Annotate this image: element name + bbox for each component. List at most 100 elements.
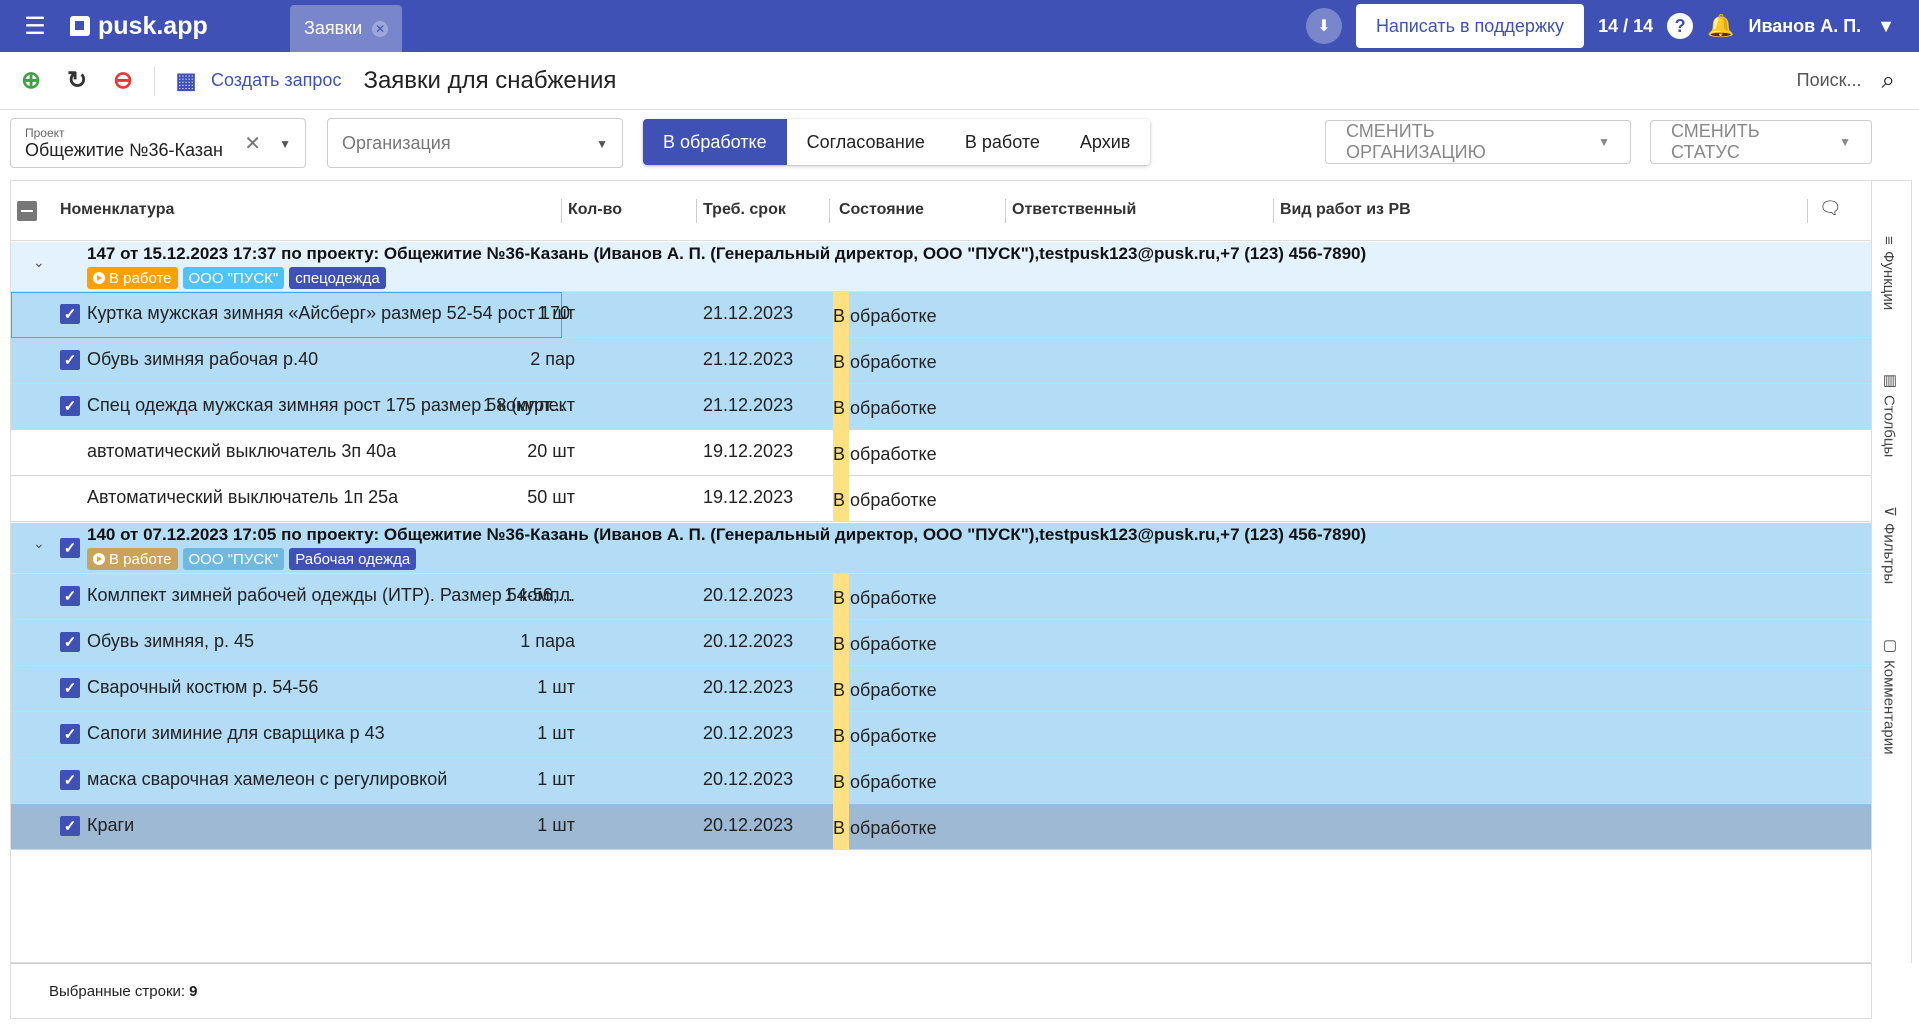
table-row[interactable]: ✓ Обувь зимняя рабочая р.40 2 пар 21.12.… (11, 338, 1871, 384)
side-tab-filters[interactable]: ⊽ Фильтры (1880, 506, 1899, 584)
table-row[interactable]: ✓ Сварочный костюм р. 54-56 1 шт 20.12.2… (11, 666, 1871, 712)
change-status-button[interactable]: СМЕНИТЬ СТАТУС ▼ (1650, 120, 1872, 164)
row-checkbox[interactable]: ✓ (60, 350, 80, 370)
status-segmented-control: В обработке Согласование В работе Архив (643, 119, 1151, 165)
col-divider[interactable] (1807, 199, 1808, 223)
status-badge-label: В работе (109, 269, 172, 287)
chevron-down-icon: ▼ (1598, 135, 1610, 149)
toolbar: ⊕ ↻ ⊖ ▦ Создать запрос Заявки для снабже… (0, 52, 1919, 110)
play-icon (93, 272, 105, 284)
tab-requests[interactable]: Заявки ✕ (290, 5, 403, 52)
item-name: Обувь зимняя, р. 45 (87, 631, 255, 651)
user-menu[interactable]: Иванов А. П. ▼ (1749, 16, 1895, 37)
close-tab-icon[interactable]: ✕ (372, 20, 389, 37)
segment-approval[interactable]: Согласование (786, 119, 945, 165)
segment-archive[interactable]: Архив (1059, 119, 1151, 165)
table-row[interactable]: ✓ Комлпект зимней рабочей одежды (ИТР). … (11, 574, 1871, 620)
download-icon[interactable]: ⬇ (1305, 8, 1342, 44)
page-title: Заявки для снабжения (363, 66, 617, 94)
filter-bar: Проект Общежитие №36-Казан ✕ ▼ Организац… (10, 118, 1910, 168)
row-checkbox[interactable]: ✓ (60, 632, 80, 652)
selected-rows-label: Выбранные строки: (49, 982, 186, 1000)
col-divider[interactable] (1005, 199, 1006, 223)
table-row[interactable]: ✓ маска сварочная хамелеон с регулировко… (11, 758, 1871, 804)
menu-lines-icon: ≡ (1880, 236, 1897, 245)
col-due-date[interactable]: Треб. срок (703, 201, 786, 219)
select-all-checkbox[interactable] (17, 201, 37, 221)
item-name: Сварочный костюм р. 54-56 (87, 677, 319, 697)
item-date: 19.12.2023 (703, 487, 794, 507)
table-row[interactable]: ✓ Краги 1 шт 20.12.2023 В обработке (11, 804, 1871, 850)
item-state: В обработке (833, 588, 937, 608)
chevron-down-icon[interactable]: ▼ (279, 137, 291, 151)
col-divider[interactable] (1273, 199, 1274, 223)
col-nomenclature[interactable]: Номенклатура (60, 201, 174, 219)
organization-select[interactable]: Организация ▼ (327, 118, 623, 168)
chevron-down-icon[interactable]: ⌄ (33, 535, 45, 552)
organization-badge: ООО "ПУСК" (182, 548, 285, 570)
table-row[interactable]: ✓ Сапоги зиминие для сварщика р 43 1 шт … (11, 712, 1871, 758)
row-checkbox[interactable]: ✓ (60, 770, 80, 790)
side-panel: ≡ Функции ▥ Столбцы ⊽ Фильтры ▢ Коммента… (1872, 180, 1912, 963)
table-row[interactable]: Автоматический выключатель 1п 25а 50 шт … (11, 476, 1871, 522)
col-work-type[interactable]: Вид работ из РВ (1280, 201, 1411, 219)
col-state[interactable]: Состояние (839, 201, 924, 219)
table-row[interactable]: ✓ Куртка мужская зимняя «Айсберг» размер… (11, 292, 1871, 338)
table-row[interactable]: ✓ Обувь зимняя, р. 45 1 пара 20.12.2023 … (11, 620, 1871, 666)
item-qty: 1 шт (537, 815, 575, 835)
col-divider[interactable] (696, 199, 697, 223)
grid-header: Номенклатура Кол-во Треб. срок Состояние… (11, 181, 1871, 241)
help-icon[interactable]: ? (1667, 13, 1694, 39)
grid-add-icon[interactable]: ▦ (171, 66, 201, 96)
side-tab-comments[interactable]: ▢ Комментарии (1880, 636, 1899, 754)
col-qty[interactable]: Кол-во (568, 201, 622, 219)
group-checkbox[interactable]: ✓ (60, 538, 80, 558)
comment-icon[interactable]: 🗨 (1819, 198, 1842, 219)
top-app-bar: ☰ pusk.app Заявки ✕ ⬇ Написать в поддерж… (0, 0, 1919, 52)
chevron-down-icon: ▼ (1877, 15, 1895, 36)
user-name: Иванов А. П. (1748, 15, 1862, 36)
item-date: 19.12.2023 (703, 441, 794, 461)
col-responsible[interactable]: Ответственный (1012, 201, 1136, 219)
add-circle-icon[interactable]: ⊕ (16, 66, 46, 96)
chevron-down-icon[interactable]: ⌄ (33, 254, 45, 271)
remove-circle-icon[interactable]: ⊖ (108, 66, 138, 96)
refresh-icon[interactable]: ↻ (62, 66, 92, 96)
row-checkbox[interactable]: ✓ (60, 396, 80, 416)
row-checkbox[interactable]: ✓ (60, 724, 80, 744)
search-icon[interactable]: ⌕ (1882, 67, 1895, 95)
row-checkbox[interactable]: ✓ (60, 304, 80, 324)
item-name: маска сварочная хамелеон с регулировкой (87, 769, 448, 789)
bell-icon[interactable]: 🔔 (1707, 13, 1734, 39)
segment-processing[interactable]: В обработке (643, 119, 787, 165)
item-qty: 1 комплект (482, 395, 575, 415)
group-title: 140 от 07.12.2023 17:05 по проекту: Обще… (87, 525, 1367, 544)
project-select[interactable]: Проект Общежитие №36-Казан ✕ ▼ (10, 118, 306, 168)
clear-icon[interactable]: ✕ (244, 131, 261, 156)
row-checkbox[interactable]: ✓ (60, 678, 80, 698)
table-row[interactable]: автоматический выключатель 3п 40а 20 шт … (11, 430, 1871, 476)
create-request-link[interactable]: Создать запрос (211, 70, 341, 91)
item-qty: 1 компл. (504, 585, 575, 605)
comment-icon: ▢ (1881, 636, 1898, 654)
col-divider[interactable] (561, 199, 562, 223)
side-tab-columns[interactable]: ▥ Столбцы (1880, 371, 1899, 457)
table-row[interactable]: ✓ Спец одежда мужская зимняя рост 175 ра… (11, 384, 1871, 430)
group-row[interactable]: ⌄ 147 от 15.12.2023 17:37 по проекту: Об… (11, 242, 1871, 292)
row-checkbox[interactable]: ✓ (60, 586, 80, 606)
col-divider[interactable] (829, 199, 830, 223)
search-field[interactable]: Поиск... ⌕ (1797, 67, 1895, 95)
group-row[interactable]: ⌄ ✓ 140 от 07.12.2023 17:05 по проекту: … (11, 523, 1871, 574)
change-organization-button[interactable]: СМЕНИТЬ ОРГАНИЗАЦИЮ ▼ (1325, 120, 1631, 164)
row-checkbox[interactable]: ✓ (60, 816, 80, 836)
support-button[interactable]: Написать в поддержку (1355, 4, 1585, 48)
menu-icon[interactable]: ☰ (0, 0, 70, 52)
segment-in-work[interactable]: В работе (944, 119, 1060, 165)
group-tags: В работе ООО "ПУСК" спецодежда (87, 267, 386, 289)
chevron-down-icon[interactable]: ▼ (596, 137, 608, 151)
side-tab-functions[interactable]: ≡ Функции (1880, 236, 1897, 310)
item-date: 20.12.2023 (703, 585, 794, 605)
requests-grid: Номенклатура Кол-во Треб. срок Состояние… (10, 180, 1872, 963)
item-state: В обработке (833, 726, 937, 746)
app-logo[interactable]: pusk.app (70, 12, 270, 41)
